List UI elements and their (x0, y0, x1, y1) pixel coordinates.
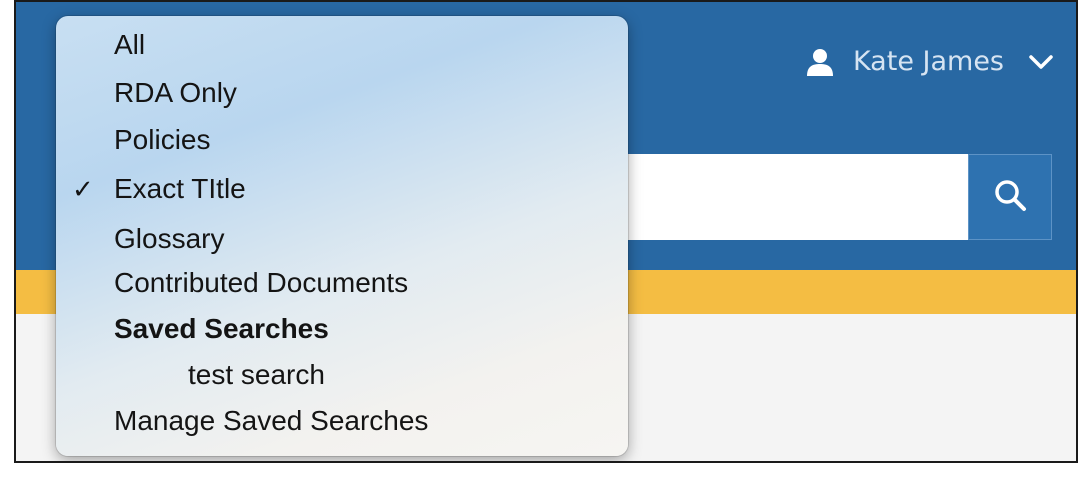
saved-search-item[interactable]: test search (188, 358, 325, 392)
check-icon: ✓ (72, 174, 94, 204)
saved-searches-heading: Saved Searches (114, 313, 329, 344)
user-name: Kate James (852, 46, 1004, 77)
app-window: Kate James All RDA Only Policies ✓ Exact… (14, 0, 1078, 463)
menu-item-exact-title[interactable]: Exact TItle (114, 172, 246, 206)
user-menu[interactable]: Kate James (805, 46, 1054, 77)
menu-item-contributed-documents[interactable]: Contributed Documents (114, 266, 408, 300)
menu-item-glossary[interactable]: Glossary (114, 222, 224, 256)
search-scope-menu: All RDA Only Policies ✓ Exact TItle Glos… (56, 16, 628, 456)
chevron-down-icon[interactable] (1028, 49, 1054, 75)
user-icon (805, 47, 835, 77)
menu-item-rda-only[interactable]: RDA Only (114, 76, 237, 110)
menu-item-policies[interactable]: Policies (114, 123, 210, 157)
search-button[interactable] (968, 154, 1052, 240)
manage-saved-searches-item[interactable]: Manage Saved Searches (114, 404, 428, 438)
search-icon (993, 178, 1027, 217)
menu-item-all[interactable]: All (114, 28, 145, 62)
